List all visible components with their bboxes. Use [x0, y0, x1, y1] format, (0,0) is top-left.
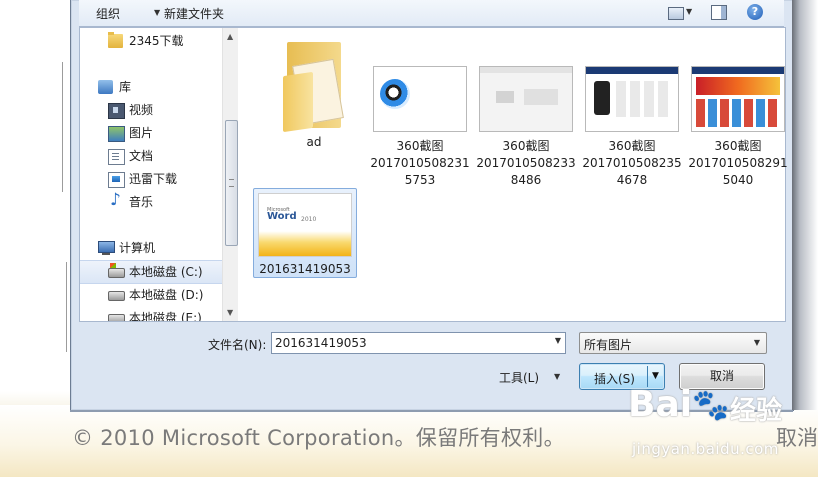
file-item-screenshot[interactable]: 360截图 2017010508233 8486	[473, 66, 579, 189]
music-icon	[110, 189, 125, 211]
nav-item-music[interactable]: 音乐	[80, 189, 222, 213]
image-thumbnail: Microsoft Word 2010	[258, 193, 352, 257]
folder-icon	[279, 34, 349, 134]
computer-icon	[98, 241, 115, 255]
folder-icon	[108, 32, 123, 48]
file-list: ad 360截图 2017010508231 5753 360截图 201701050…	[239, 28, 788, 321]
insert-picture-dialog: 组织 ▼ 新建文件夹 ▼ ? 2345下载 库 视频 图片 文档 迅雷下载 ♪ …	[70, 0, 794, 411]
preview-pane-icon[interactable]	[711, 5, 727, 20]
browser-content: 2345下载 库 视频 图片 文档 迅雷下载 ♪ 音乐 计算机 本地磁盘 (C:…	[79, 27, 788, 322]
nav-item-label: 本地磁盘 (D:)	[129, 288, 204, 302]
paw-icon: 🐾	[692, 388, 730, 423]
nav-item-label: 计算机	[119, 241, 156, 255]
file-name: 360截图 2017010508235 4678	[582, 139, 682, 187]
scroll-down-icon[interactable]: ▼	[227, 308, 233, 317]
filename-input[interactable]	[275, 335, 545, 351]
nav-item-label: 迅雷下载	[129, 172, 178, 186]
filename-label: 文件名(N):	[208, 338, 267, 352]
nav-item-pictures[interactable]: 图片	[80, 122, 222, 144]
view-icon	[668, 7, 684, 20]
nav-item-label: 文档	[129, 149, 154, 163]
file-item-folder[interactable]: ad	[261, 34, 367, 151]
filename-combobox[interactable]: ▼	[271, 332, 566, 354]
nav-item-2345-download[interactable]: 2345下载	[80, 30, 222, 52]
baidu-jingyan-watermark: Bai 🐾 经验 jingyan.baidu.com	[628, 384, 818, 464]
nav-scrollbar[interactable]: ▲ ▼	[222, 28, 238, 321]
tools-button[interactable]: 工具(L)	[499, 369, 539, 386]
watermark-url: jingyan.baidu.com	[632, 440, 779, 458]
thunder-download-icon	[108, 172, 125, 188]
file-name: 360截图 2017010508291 5040	[688, 139, 788, 187]
thumbnail-text: Word	[267, 211, 297, 222]
nav-item-label: 本地磁盘 (C:)	[129, 265, 203, 279]
drive-icon	[108, 291, 125, 301]
nav-item-label: 2345下载	[129, 34, 184, 48]
view-options-button[interactable]: ▼	[666, 4, 696, 22]
image-thumbnail	[373, 66, 467, 132]
file-item-selected-image[interactable]: Microsoft Word 2010 201631419053	[253, 188, 357, 278]
image-thumbnail	[585, 66, 679, 132]
dialog-toolbar: 组织 ▼ 新建文件夹 ▼ ?	[79, 0, 784, 27]
copyright-text: © 2010 Microsoft Corporation。保留所有权利。	[72, 426, 565, 450]
document-icon	[108, 149, 125, 165]
scroll-up-icon[interactable]: ▲	[227, 32, 233, 41]
nav-item-thunder-download[interactable]: 迅雷下载	[80, 168, 222, 190]
drive-icon	[108, 263, 125, 278]
file-item-screenshot[interactable]: 360截图 2017010508235 4678	[579, 66, 685, 189]
file-name: ad	[306, 135, 322, 149]
nav-item-label: 图片	[129, 126, 154, 140]
nav-item-video[interactable]: 视频	[80, 99, 222, 121]
help-icon[interactable]: ?	[747, 4, 763, 20]
background-edge-line	[66, 262, 67, 352]
watermark-brand-cn: 经验	[730, 396, 783, 426]
thumbnail-text: 2010	[301, 216, 317, 223]
file-item-screenshot[interactable]: 360截图 2017010508231 5753	[367, 66, 473, 189]
app-logo-icon	[380, 79, 410, 109]
nav-item-label: 视频	[129, 103, 154, 117]
window-shadow	[792, 0, 818, 410]
chevron-down-icon[interactable]: ▼	[555, 336, 561, 345]
chevron-down-icon[interactable]: ▼	[154, 8, 160, 17]
video-icon	[108, 103, 125, 119]
file-type-select[interactable]: 所有图片 ▼	[579, 332, 767, 354]
image-thumbnail	[691, 66, 785, 132]
background-edge-line	[62, 62, 63, 192]
nav-item-label: 库	[119, 80, 132, 94]
scrollbar-thumb[interactable]	[225, 120, 238, 246]
watermark-brand: Bai	[628, 384, 693, 425]
nav-item-documents[interactable]: 文档	[80, 145, 222, 167]
file-name: 201631419053	[259, 262, 351, 276]
nav-item-drive-e[interactable]: 本地磁盘 (E:)	[80, 307, 222, 321]
nav-item-drive-d[interactable]: 本地磁盘 (D:)	[80, 284, 222, 306]
file-type-value: 所有图片	[584, 338, 633, 352]
file-item-screenshot[interactable]: 360截图 2017010508291 5040	[685, 66, 791, 189]
chevron-down-icon: ▼	[686, 7, 693, 16]
nav-item-computer[interactable]: 计算机	[80, 237, 222, 259]
nav-item-drive-c[interactable]: 本地磁盘 (C:)	[80, 260, 222, 284]
picture-icon	[108, 126, 125, 142]
navigation-pane: 2345下载 库 视频 图片 文档 迅雷下载 ♪ 音乐 计算机 本地磁盘 (C:…	[80, 28, 238, 321]
library-icon	[98, 80, 113, 94]
nav-item-label: 本地磁盘 (E:)	[129, 311, 202, 321]
file-name: 360截图 2017010508231 5753	[370, 139, 470, 187]
nav-item-label: 音乐	[129, 195, 154, 209]
grip-icon	[229, 179, 234, 187]
new-folder-button[interactable]: 新建文件夹	[164, 5, 224, 22]
nav-item-library[interactable]: 库	[80, 76, 222, 98]
organize-button[interactable]: 组织	[96, 5, 120, 22]
chevron-down-icon: ▼	[753, 338, 760, 347]
image-thumbnail	[479, 66, 573, 132]
file-name: 360截图 2017010508233 8486	[476, 139, 576, 187]
chevron-down-icon[interactable]: ▼	[554, 372, 560, 381]
chevron-down-icon[interactable]: ▼	[652, 371, 659, 381]
drive-icon	[108, 314, 125, 321]
